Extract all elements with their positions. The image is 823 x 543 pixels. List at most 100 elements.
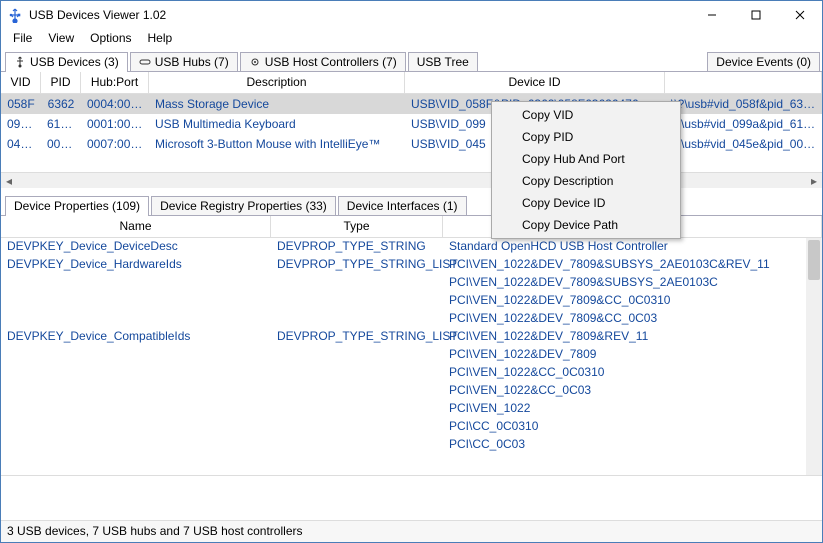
tab-usb-hubs[interactable]: USB Hubs (7): [130, 52, 238, 71]
tab-usb-host-controllers[interactable]: USB Host Controllers (7): [240, 52, 406, 71]
menu-view[interactable]: View: [40, 29, 82, 49]
close-button[interactable]: [778, 1, 822, 29]
cell-description: USB Multimedia Keyboard: [149, 117, 405, 131]
col-vid[interactable]: VID: [1, 72, 41, 93]
table-row[interactable]: 099A 610C 0001:0001 USB Multimedia Keybo…: [1, 114, 822, 134]
prop-name: [1, 274, 271, 292]
menu-copy-hub-port[interactable]: Copy Hub And Port: [494, 148, 678, 170]
tab-label: Device Events (0): [716, 55, 811, 69]
list-item[interactable]: PCI\VEN_1022&CC_0C03: [1, 382, 806, 400]
prop-type: [271, 364, 443, 382]
menu-copy-description[interactable]: Copy Description: [494, 170, 678, 192]
tab-label: USB Hubs (7): [155, 55, 229, 69]
prop-value: PCI\VEN_1022&DEV_7809&SUBSYS_2AE0103C: [443, 274, 806, 292]
tab-usb-devices[interactable]: USB Devices (3): [5, 52, 128, 72]
tab-label: Device Registry Properties (33): [160, 199, 327, 213]
col-type[interactable]: Type: [271, 216, 443, 237]
cell-pid: 007D: [41, 137, 81, 151]
prop-type: [271, 400, 443, 418]
horizontal-scrollbar[interactable]: ◂ ▸: [1, 172, 822, 188]
prop-type: [271, 292, 443, 310]
cell-device-path: \\?\usb#vid_058f&pid_6362#05: [665, 97, 822, 111]
prop-name: DEVPKEY_Device_CompatibleIds: [1, 328, 271, 346]
prop-type: [271, 382, 443, 400]
cell-description: Microsoft 3-Button Mouse with IntelliEye…: [149, 137, 405, 151]
app-icon: [7, 7, 23, 23]
minimize-button[interactable]: [690, 1, 734, 29]
tab-device-interfaces[interactable]: Device Interfaces (1): [338, 196, 467, 215]
cell-hubport: 0001:0001: [81, 117, 149, 131]
col-device-path[interactable]: [665, 72, 822, 93]
table-row[interactable]: 058F 6362 0004:0002 Mass Storage Device …: [1, 94, 822, 114]
list-item[interactable]: PCI\VEN_1022&DEV_7809&SUBSYS_2AE0103C: [1, 274, 806, 292]
prop-value: PCI\VEN_1022&DEV_7809&REV_11: [443, 328, 806, 346]
window-controls: [690, 1, 822, 29]
tab-device-events[interactable]: Device Events (0): [707, 52, 820, 71]
cell-vid: 045E: [1, 137, 41, 151]
tab-device-registry-properties[interactable]: Device Registry Properties (33): [151, 196, 336, 215]
cell-vid: 058F: [1, 97, 41, 111]
prop-value: PCI\VEN_1022&CC_0C03: [443, 382, 806, 400]
tab-label: USB Host Controllers (7): [265, 55, 397, 69]
prop-name: [1, 310, 271, 328]
cell-hubport: 0004:0002: [81, 97, 149, 111]
cell-vid: 099A: [1, 117, 41, 131]
prop-type: [271, 418, 443, 436]
cell-device-path: \?\usb#vid_045e&pid_007d#5: [665, 137, 822, 151]
col-device-id[interactable]: Device ID: [405, 72, 665, 93]
device-column-header: VID PID Hub:Port Description Device ID: [1, 72, 822, 94]
tab-label: USB Tree: [417, 55, 469, 69]
list-item[interactable]: PCI\CC_0C0310: [1, 418, 806, 436]
tab-device-properties[interactable]: Device Properties (109): [5, 196, 149, 216]
scroll-right-icon[interactable]: ▸: [806, 173, 822, 188]
prop-value: PCI\VEN_1022&CC_0C0310: [443, 364, 806, 382]
menu-copy-device-id[interactable]: Copy Device ID: [494, 192, 678, 214]
list-item[interactable]: PCI\VEN_1022&DEV_7809: [1, 346, 806, 364]
menu-file[interactable]: File: [5, 29, 40, 49]
list-item[interactable]: DEVPKEY_Device_CompatibleIdsDEVPROP_TYPE…: [1, 328, 806, 346]
prop-name: [1, 436, 271, 454]
prop-type: DEVPROP_TYPE_STRING_LIST: [271, 256, 443, 274]
prop-type: DEVPROP_TYPE_STRING_LIST: [271, 328, 443, 346]
table-row[interactable]: 045E 007D 0007:0003 Microsoft 3-Button M…: [1, 134, 822, 154]
prop-type: [271, 346, 443, 364]
list-item[interactable]: DEVPKEY_Device_HardwareIdsDEVPROP_TYPE_S…: [1, 256, 806, 274]
maximize-button[interactable]: [734, 1, 778, 29]
prop-value: PCI\VEN_1022&DEV_7809&CC_0C03: [443, 310, 806, 328]
list-item[interactable]: DEVPKEY_Device_DeviceDescDEVPROP_TYPE_ST…: [1, 238, 806, 256]
scroll-left-icon[interactable]: ◂: [1, 173, 17, 188]
prop-value: PCI\VEN_1022&DEV_7809&SUBSYS_2AE0103C&RE…: [443, 256, 806, 274]
prop-type: DEVPROP_TYPE_STRING: [271, 238, 443, 256]
list-item[interactable]: PCI\VEN_1022&CC_0C0310: [1, 364, 806, 382]
prop-name: [1, 418, 271, 436]
list-item[interactable]: PCI\CC_0C03: [1, 436, 806, 454]
list-item[interactable]: PCI\VEN_1022&DEV_7809&CC_0C0310: [1, 292, 806, 310]
prop-name: DEVPKEY_Device_DeviceDesc: [1, 238, 271, 256]
menu-help[interactable]: Help: [140, 29, 181, 49]
cell-hubport: 0007:0003: [81, 137, 149, 151]
scrollbar-thumb[interactable]: [808, 240, 820, 280]
prop-value: PCI\CC_0C0310: [443, 418, 806, 436]
vertical-scrollbar[interactable]: [806, 238, 822, 475]
prop-value: PCI\VEN_1022&DEV_7809&CC_0C0310: [443, 292, 806, 310]
prop-name: [1, 364, 271, 382]
menu-copy-pid[interactable]: Copy PID: [494, 126, 678, 148]
list-item[interactable]: PCI\VEN_1022&DEV_7809&CC_0C03: [1, 310, 806, 328]
col-description[interactable]: Description: [149, 72, 405, 93]
col-hubport[interactable]: Hub:Port: [81, 72, 149, 93]
prop-type: [271, 310, 443, 328]
menu-copy-device-path[interactable]: Copy Device Path: [494, 214, 678, 236]
tab-usb-tree[interactable]: USB Tree: [408, 52, 478, 71]
prop-value: PCI\VEN_1022&DEV_7809: [443, 346, 806, 364]
list-item[interactable]: PCI\VEN_1022: [1, 400, 806, 418]
cell-pid: 610C: [41, 117, 81, 131]
menu-options[interactable]: Options: [82, 29, 139, 49]
properties-list: DEVPKEY_Device_DeviceDescDEVPROP_TYPE_ST…: [1, 238, 806, 475]
col-name[interactable]: Name: [1, 216, 271, 237]
context-menu: Copy VID Copy PID Copy Hub And Port Copy…: [491, 101, 681, 239]
col-pid[interactable]: PID: [41, 72, 81, 93]
window-title: USB Devices Viewer 1.02: [29, 8, 690, 22]
menu-copy-vid[interactable]: Copy VID: [494, 104, 678, 126]
prop-name: [1, 382, 271, 400]
properties-column-header: Name Type: [1, 216, 822, 238]
